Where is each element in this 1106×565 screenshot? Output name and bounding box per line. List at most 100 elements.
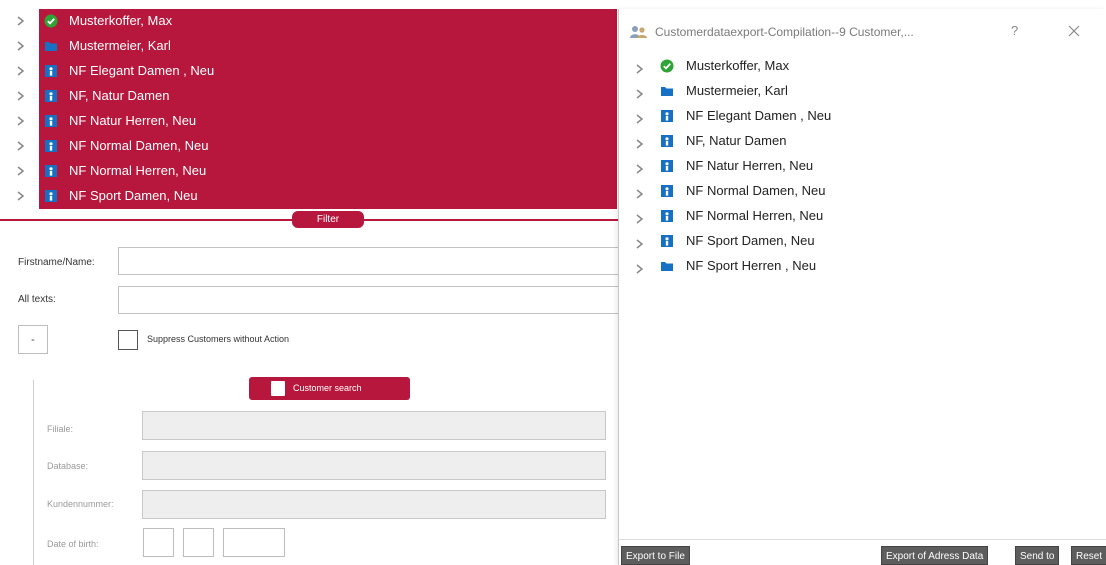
dialog-tree-row[interactable]: NF, Natur Damen [619,129,1099,154]
dialog-tree-row[interactable]: NF Elegant Damen , Neu [619,104,1099,129]
export-address-data-button[interactable]: Export of Adress Data [881,546,989,565]
chevron-right-icon[interactable] [636,136,644,149]
tree-item-label: NF Natur Herren, Neu [69,113,197,128]
group-icon [44,139,58,153]
dialog-tree-item-label: NF Sport Herren , Neu [686,258,817,273]
chevron-right-icon[interactable] [17,116,25,126]
firstname-input[interactable] [118,247,622,275]
tree-row[interactable]: NF Normal Herren, Neu [0,159,622,184]
dialog-tree-row[interactable]: NF Natur Herren, Neu [619,154,1099,179]
dialog-tree-item-label: NF Natur Herren, Neu [686,158,814,173]
dialog-tree-item-label: NF Sport Damen, Neu [686,233,815,248]
group-icon [44,64,58,78]
tree-item-label: NF Normal Damen, Neu [69,138,209,153]
chevron-right-icon[interactable] [636,211,644,224]
dialog-tree-row[interactable]: NF Sport Herren , Neu [619,254,1099,279]
chevron-right-icon[interactable] [17,166,25,176]
group-icon [660,134,674,148]
dialog-footer: Export to File Export of Adress Data Sen… [619,540,1106,565]
dialog-tree-row[interactable]: Musterkoffer, Max [619,54,1099,79]
chevron-right-icon[interactable] [636,61,644,74]
dialog-tree-row[interactable]: NF Normal Damen, Neu [619,179,1099,204]
tree-item-label: Mustermeier, Karl [69,38,171,53]
chevron-right-icon[interactable] [17,91,25,101]
check-circle-icon [660,59,674,73]
chevron-right-icon[interactable] [636,111,644,124]
dialog-tree-row[interactable]: Mustermeier, Karl [619,79,1099,104]
close-icon[interactable] [1066,23,1082,39]
check-circle-icon [44,14,58,28]
chevron-right-icon[interactable] [636,261,644,274]
export-dialog: Customerdataexport-Compilation--9 Custom… [618,9,1106,565]
dialog-tree-item-label: NF Normal Damen, Neu [686,183,826,198]
send-to-button[interactable]: Send to [1015,546,1060,565]
tree-row[interactable]: Mustermeier, Karl [0,34,622,59]
tree-item-label: NF Elegant Damen , Neu [69,63,215,78]
tree-row[interactable]: NF Sport Damen, Neu [0,184,622,209]
dialog-tree-item-label: NF Normal Herren, Neu [686,208,824,223]
help-button[interactable]: ? [1011,23,1018,38]
app-screen: Musterkoffer, Max Mustermeier, Karl NF E… [0,0,1106,565]
tree-item-label: NF, Natur Damen [69,88,170,103]
group-icon [660,184,674,198]
group-icon [660,159,674,173]
dob-day-input[interactable] [143,528,174,557]
folder-icon [660,259,674,273]
chevron-right-icon[interactable] [17,141,25,151]
chevron-right-icon[interactable] [636,161,644,174]
filiale-label: Filiale: [47,424,74,434]
group-icon [44,164,58,178]
dob-year-input[interactable] [223,528,285,557]
tree-row[interactable]: NF Natur Herren, Neu [0,109,622,134]
sub-panel-border [33,380,34,565]
tree-row[interactable]: NF Elegant Damen , Neu [0,59,622,84]
kundennummer-input[interactable] [142,490,606,519]
alltexts-label: All texts: [18,294,56,305]
chevron-right-icon[interactable] [636,186,644,199]
chevron-right-icon[interactable] [17,16,25,26]
firstname-label: Firstname/Name: [18,257,95,268]
search-toggle-icon [271,381,285,396]
dialog-tree-row[interactable]: NF Sport Damen, Neu [619,229,1099,254]
tree-item-label: NF Normal Herren, Neu [69,163,207,178]
reset-button[interactable]: Reset [1071,546,1106,565]
customer-search-label: Customer search [293,383,362,393]
dob-label: Date of birth: [47,539,99,549]
group-icon [660,109,674,123]
filiale-input[interactable] [142,411,606,440]
database-label: Database: [47,461,89,471]
suppress-customers-label: Suppress Customers without Action [147,334,290,344]
group-icon [44,189,58,203]
chevron-right-icon[interactable] [17,66,25,76]
alltexts-input[interactable] [118,286,622,314]
tree-row[interactable]: NF Normal Damen, Neu [0,134,622,159]
dialog-tree-item-label: Mustermeier, Karl [686,83,788,98]
dialog-tree-item-label: Musterkoffer, Max [686,58,790,73]
customer-tree: Musterkoffer, Max Mustermeier, Karl NF E… [0,9,622,209]
collapse-button[interactable]: - [18,325,48,354]
chevron-right-icon[interactable] [17,191,25,201]
dialog-tree-row[interactable]: NF Normal Herren, Neu [619,204,1099,229]
tree-item-label: NF Sport Damen, Neu [69,188,198,203]
chevron-right-icon[interactable] [636,236,644,249]
group-icon [660,209,674,223]
group-icon [660,234,674,248]
database-input[interactable] [142,451,606,480]
group-icon [44,114,58,128]
tree-item-label: Musterkoffer, Max [69,13,173,28]
dialog-tree: Musterkoffer, Max Mustermeier, Karl NF E… [619,54,1106,540]
kundennummer-label: Kundennummer: [47,499,114,509]
dialog-tree-item-label: NF Elegant Damen , Neu [686,108,832,123]
filter-toggle-button[interactable]: Filter [292,211,364,228]
export-to-file-button[interactable]: Export to File [621,546,690,565]
folder-icon [44,39,58,53]
customer-search-button[interactable]: Customer search [249,377,410,400]
chevron-right-icon[interactable] [17,41,25,51]
users-app-icon [630,25,648,39]
chevron-right-icon[interactable] [636,86,644,99]
dialog-titlebar[interactable]: Customerdataexport-Compilation--9 Custom… [619,9,1106,54]
suppress-customers-checkbox[interactable] [118,330,138,350]
tree-row[interactable]: NF, Natur Damen [0,84,622,109]
dob-month-input[interactable] [183,528,214,557]
tree-row[interactable]: Musterkoffer, Max [0,9,622,34]
